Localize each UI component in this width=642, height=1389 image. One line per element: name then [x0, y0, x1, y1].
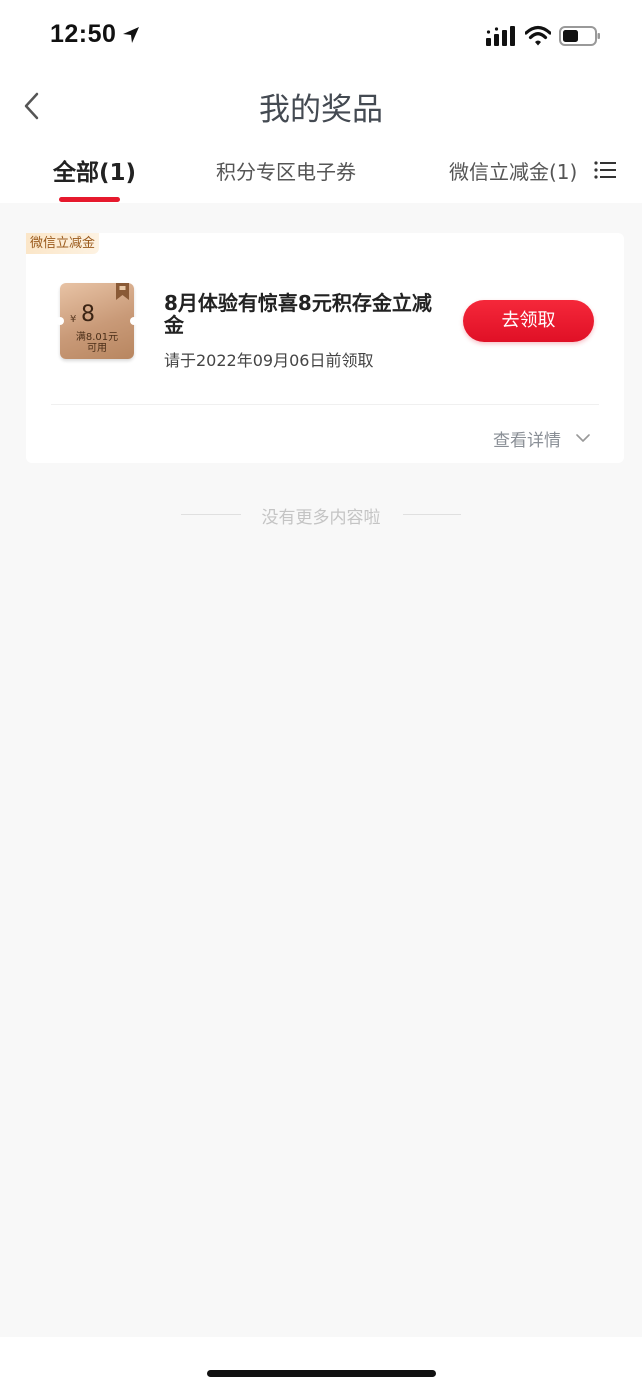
tab-points-voucher[interactable]: 积分专区电子券 [216, 156, 356, 185]
coupon-notch [56, 317, 64, 325]
coupon-condition-line1: 满8.01元 [75, 332, 119, 343]
page: 12:50 我的奖品 全部(1) 积分专区电子券 微信立减金(1) 微信立减金 … [0, 0, 642, 1389]
prize-card: 微信立减金 ¥ 8 满8.01元 可用 8月体验有惊喜8元积存金立减金 请于20… [26, 233, 624, 463]
prize-deadline: 请于2022年09月06日前领取 [164, 351, 374, 370]
card-divider [51, 404, 599, 405]
coupon-condition: 满8.01元 可用 [60, 332, 134, 354]
coupon-notch [130, 317, 138, 325]
bookmark-ribbon-icon [116, 283, 129, 300]
top-bar: 12:50 我的奖品 全部(1) 积分专区电子券 微信立减金(1) [0, 0, 642, 203]
end-divider-right [403, 514, 461, 515]
battery-icon [559, 26, 600, 46]
location-arrow-icon [123, 27, 139, 43]
claim-button[interactable]: 去领取 [463, 300, 594, 342]
wifi-icon [525, 25, 551, 46]
tab-all[interactable]: 全部(1) [53, 153, 136, 187]
cellular-signal-icon [486, 26, 515, 46]
end-of-list-text: 没有更多内容啦 [261, 508, 381, 528]
home-indicator[interactable] [207, 1370, 436, 1377]
list-icon[interactable] [594, 160, 616, 180]
home-area [0, 1337, 642, 1389]
status-time: 12:50 [50, 20, 117, 48]
chevron-down-icon[interactable] [576, 433, 590, 443]
prize-title: 8月体验有惊喜8元积存金立减金 [164, 291, 432, 337]
tab-wechat-discount[interactable]: 微信立减金(1) [449, 156, 577, 185]
coupon-thumbnail: ¥ 8 满8.01元 可用 [56, 283, 138, 359]
prize-type-tag: 微信立减金 [26, 233, 100, 254]
view-details-link[interactable]: 查看详情 [493, 426, 561, 451]
active-tab-indicator [59, 197, 120, 202]
coupon-amount: 8 [81, 302, 95, 327]
coupon-currency: ¥ [70, 314, 77, 325]
coupon-condition-line2: 可用 [87, 343, 107, 354]
page-title: 我的奖品 [259, 92, 383, 128]
